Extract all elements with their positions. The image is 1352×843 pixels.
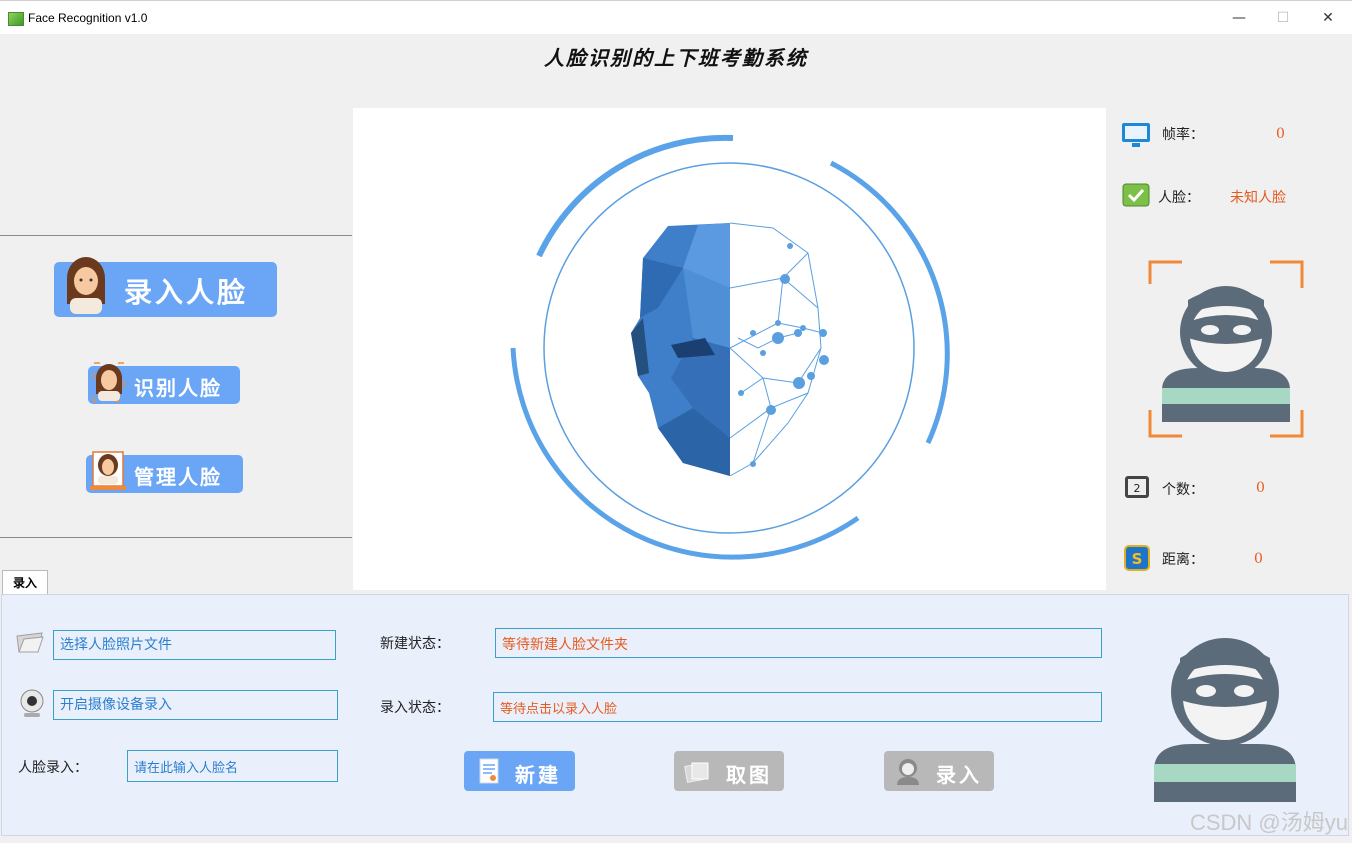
tab-enroll[interactable]: 录入 xyxy=(2,570,48,595)
new-status-label: 新建状态： xyxy=(380,636,450,652)
manage-face-button[interactable]: 管理人脸 xyxy=(86,451,243,493)
select-photo-file-field[interactable]: 选择人脸照片文件 xyxy=(53,630,336,660)
fps-label: 帧率： xyxy=(1162,127,1204,143)
svg-text:S: S xyxy=(1132,550,1143,568)
face-value: 未知人脸 xyxy=(1230,190,1286,206)
recognize-face-label: 识别人脸 xyxy=(134,376,222,400)
enroll-face-label: 录入人脸 xyxy=(124,276,249,309)
window-title: Face Recognition v1.0 xyxy=(28,11,148,25)
capture-image-label: 取图 xyxy=(726,763,772,787)
face-scan-illustration xyxy=(510,134,950,560)
webcam-icon xyxy=(20,689,44,717)
face-name-label: 人脸录入： xyxy=(18,760,88,776)
svg-text:2: 2 xyxy=(1134,482,1141,495)
document-icon xyxy=(479,758,499,784)
enroll-status-field: 等待点击以录入人脸 xyxy=(493,692,1102,722)
watermark: CSDN @汤姆yu xyxy=(1189,810,1348,835)
count-label: 个数： xyxy=(1162,482,1204,498)
manage-face-label: 管理人脸 xyxy=(134,465,222,489)
enroll-status-label: 录入状态： xyxy=(380,700,450,716)
sidebar-divider-bottom xyxy=(0,537,352,538)
monitor-icon xyxy=(1122,123,1150,147)
minimize-button[interactable]: — xyxy=(1216,7,1262,29)
enroll-label: 录入 xyxy=(936,763,982,787)
enroll-face-button[interactable]: 录入人脸 xyxy=(54,257,277,317)
unknown-person-icon xyxy=(1154,638,1296,802)
unknown-person-icon xyxy=(1148,260,1304,438)
maximize-button[interactable]: ☐ xyxy=(1260,7,1306,29)
recognize-face-button[interactable]: 识别人脸 xyxy=(88,362,240,404)
person-icon xyxy=(897,759,919,785)
app-icon xyxy=(8,12,24,26)
distance-label: 距离： xyxy=(1162,552,1204,568)
app-title: 人脸识别的上下班考勤系统 xyxy=(544,46,808,70)
photos-icon xyxy=(684,762,709,783)
title-bar: Face Recognition v1.0 — ☐ ✕ xyxy=(0,0,1352,34)
fps-value: 0 xyxy=(1276,126,1285,142)
open-camera-field[interactable]: 开启摄像设备录入 xyxy=(53,690,338,720)
new-folder-button[interactable]: 新建 xyxy=(464,751,575,791)
capture-image-button[interactable]: 取图 xyxy=(674,751,784,791)
enroll-button[interactable]: 录入 xyxy=(884,751,994,791)
folder-icon xyxy=(16,632,44,653)
sidebar-divider-top xyxy=(0,235,352,236)
id-card-icon xyxy=(90,451,126,490)
face-name-input[interactable]: 请在此输入人脸名 xyxy=(127,750,338,782)
distance-value: 0 xyxy=(1254,551,1263,567)
distance-icon: S xyxy=(1124,545,1150,571)
woman-avatar-icon xyxy=(93,362,125,402)
face-label: 人脸： xyxy=(1158,190,1200,206)
close-button[interactable]: ✕ xyxy=(1305,7,1351,29)
new-status-field: 等待新建人脸文件夹 xyxy=(495,628,1102,658)
new-folder-label: 新建 xyxy=(515,763,561,787)
face-check-icon xyxy=(1122,183,1150,207)
woman-avatar-icon xyxy=(67,257,105,314)
video-display xyxy=(353,108,1106,590)
count-icon: 2 xyxy=(1125,476,1149,498)
count-value: 0 xyxy=(1256,480,1265,496)
